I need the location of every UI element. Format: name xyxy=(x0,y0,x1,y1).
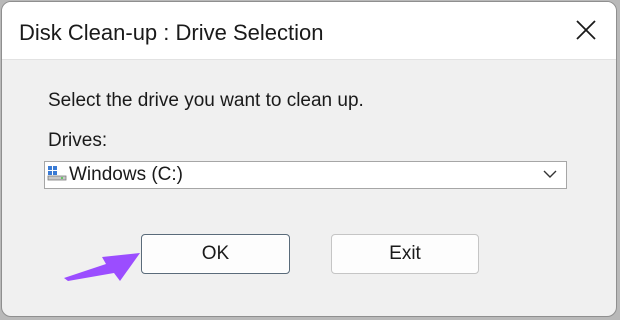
dialog-window: Disk Clean-up : Drive Selection Select t… xyxy=(1,1,617,317)
instruction-text: Select the drive you want to clean up. xyxy=(48,90,364,111)
arrow-pointer-icon xyxy=(64,253,140,281)
drive-icon xyxy=(47,166,67,181)
selected-drive: Windows (C:) xyxy=(69,164,184,185)
title-bar: Disk Clean-up : Drive Selection xyxy=(2,2,616,60)
drives-label: Drives: xyxy=(48,130,108,151)
window-title: Disk Clean-up : Drive Selection xyxy=(19,20,324,45)
exit-button[interactable]: Exit xyxy=(331,234,479,274)
drive-select[interactable]: Windows (C:) xyxy=(44,161,567,189)
close-button[interactable] xyxy=(566,10,606,50)
ok-button[interactable]: OK xyxy=(141,234,290,274)
close-icon xyxy=(576,20,596,40)
chevron-down-icon xyxy=(543,170,557,178)
